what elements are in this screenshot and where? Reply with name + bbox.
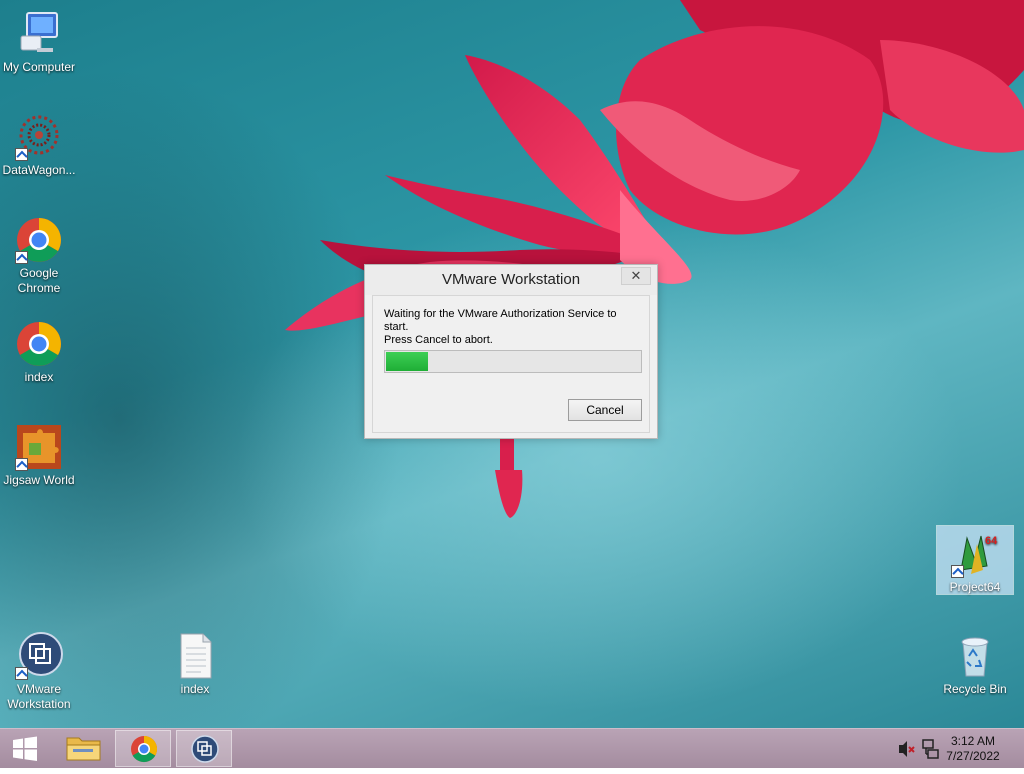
desktop-icon-datawagon[interactable]: DataWagon... <box>0 113 78 178</box>
desktop-icon-recycle-bin[interactable]: Recycle Bin <box>936 632 1014 697</box>
chrome-icon <box>15 320 63 368</box>
desktop[interactable]: My Computer DataWagon... Google Chrome i… <box>0 0 1024 728</box>
progress-bar-fill <box>386 352 428 371</box>
shortcut-arrow-icon <box>15 148 28 161</box>
dialog-message-line: Waiting for the VMware Authorization Ser… <box>384 308 617 333</box>
datawagon-icon <box>15 113 63 161</box>
shortcut-arrow-icon <box>15 667 28 680</box>
svg-text:64: 64 <box>985 535 998 547</box>
taskbar-clock[interactable]: 3:12 AM 7/27/2022 <box>938 734 1008 764</box>
taskbar: 3:12 AM 7/27/2022 <box>0 728 1024 768</box>
desktop-icon-index-file[interactable]: index <box>156 632 234 697</box>
shortcut-arrow-icon <box>15 458 28 471</box>
desktop-icon-label: index <box>180 682 210 696</box>
taskbar-file-explorer[interactable] <box>56 730 112 767</box>
dialog-title: VMware Workstation <box>441 271 581 288</box>
desktop-icon-jigsaw-world[interactable]: Jigsaw World <box>0 423 78 488</box>
desktop-icon-label: Project64 <box>949 580 1001 594</box>
desktop-icon-label: DataWagon... <box>2 163 76 177</box>
desktop-icon-label: Google Chrome <box>17 266 61 295</box>
clock-time: 3:12 AM <box>950 734 996 748</box>
desktop-icon-label: index <box>24 370 54 384</box>
desktop-icon-vmware-workstation[interactable]: VMware Workstation <box>0 632 78 712</box>
close-button[interactable]: ✕ <box>621 267 651 285</box>
desktop-icon-my-computer[interactable]: My Computer <box>0 10 78 75</box>
jigsaw-puzzle-icon <box>15 423 63 471</box>
clock-date: 7/27/2022 <box>946 749 1000 763</box>
desktop-icon-index-html[interactable]: index <box>0 320 78 385</box>
desktop-icon-label: My Computer <box>2 60 76 74</box>
project64-icon: 64 <box>951 530 999 578</box>
volume-button[interactable] <box>896 729 916 769</box>
desktop-icon-label: VMware Workstation <box>7 682 71 711</box>
desktop-icon-label: Recycle Bin <box>943 682 1007 696</box>
start-button[interactable] <box>0 730 50 767</box>
desktop-icon-project64[interactable]: 64 Project64 <box>936 525 1014 595</box>
computer-icon <box>15 10 63 58</box>
vmware-icon <box>191 735 219 763</box>
network-icon <box>922 739 939 759</box>
desktop-icon-google-chrome[interactable]: Google Chrome <box>0 216 78 296</box>
dialog-body: Waiting for the VMware Authorization Ser… <box>372 295 650 433</box>
dialog-message-line: Press Cancel to abort. <box>384 334 493 346</box>
vmware-authorization-dialog: VMware Workstation ✕ Waiting for the VMw… <box>364 264 658 439</box>
shortcut-arrow-icon <box>15 251 28 264</box>
dialog-titlebar[interactable]: VMware Workstation ✕ <box>365 265 657 295</box>
shortcut-arrow-icon <box>951 565 964 578</box>
chrome-icon <box>131 735 158 763</box>
vmware-icon <box>15 632 63 680</box>
speaker-muted-icon <box>899 741 915 757</box>
cancel-button[interactable]: Cancel <box>568 399 642 421</box>
taskbar-chrome[interactable] <box>115 730 171 767</box>
windows-logo-icon <box>13 736 37 761</box>
progress-bar <box>384 350 642 373</box>
desktop-icon-label: Jigsaw World <box>3 473 75 487</box>
dialog-message: Waiting for the VMware Authorization Ser… <box>384 308 644 347</box>
chrome-icon <box>15 216 63 264</box>
close-icon: ✕ <box>630 268 642 283</box>
taskbar-vmware-workstation[interactable] <box>176 730 232 767</box>
text-file-icon <box>171 632 219 680</box>
folder-icon <box>66 737 101 761</box>
network-button[interactable] <box>920 729 940 769</box>
recycle-bin-icon <box>951 632 999 680</box>
